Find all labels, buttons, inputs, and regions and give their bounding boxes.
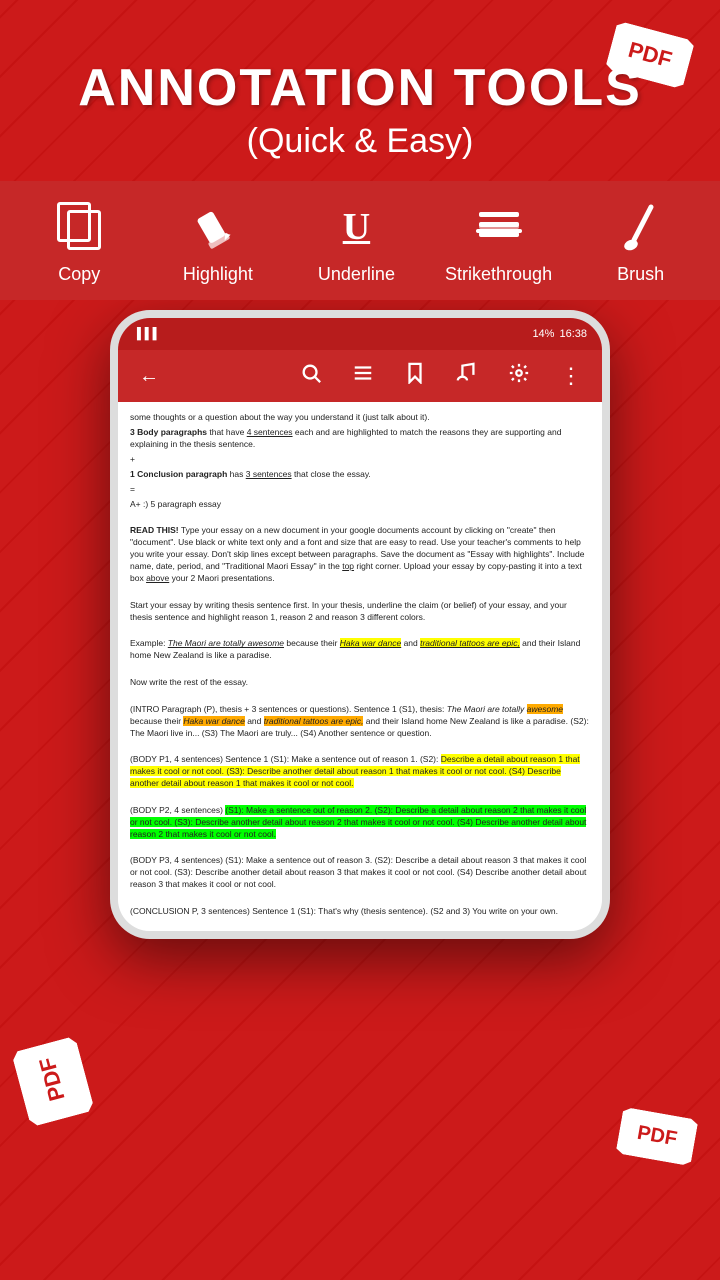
doc-write-rest: Now write the rest of the essay. [130,677,590,689]
highlight-icon [190,199,245,254]
underline-icon: U [329,199,384,254]
underline-tool[interactable]: U Underline [306,199,406,285]
header-area: ANNOTATION TOOLS (Quick & Easy) [0,0,720,181]
doc-body-p2: (BODY P2, 4 sentences) (S1): Make a sent… [130,805,590,841]
bookmark-button[interactable] [399,362,431,390]
pdf-badge-bottom-left: PDF [11,1036,95,1127]
status-right: 14% 16:38 [532,328,587,340]
menu-button[interactable] [347,362,379,390]
settings-button[interactable] [503,362,535,390]
doc-body-p1: (BODY P1, 4 sentences) Sentence 1 (S1): … [130,754,590,790]
paint-button[interactable] [451,362,483,390]
underline-label: Underline [318,264,395,285]
copy-rect-front [57,202,91,242]
doc-intro-para: (INTRO Paragraph (P), thesis + 3 sentenc… [130,704,590,740]
toolbar-icons-right: ⋮ [295,362,587,390]
status-signal: ▐▐▐ [133,328,156,340]
copy-label: Copy [58,264,100,285]
highlight-tool[interactable]: Highlight [168,199,268,285]
strikethrough-tool[interactable]: Strikethrough [445,199,552,285]
doc-example: Example: The Maori are totally awesome b… [130,638,590,662]
underline-u: U [343,208,370,246]
back-button[interactable]: ← [133,365,165,388]
strikethrough-label: Strikethrough [445,264,552,285]
highlight-label: Highlight [183,264,253,285]
sub-title: (Quick & Easy) [0,122,720,161]
brush-label: Brush [617,264,664,285]
doc-body2: 1 Conclusion paragraph has 3 sentences t… [130,469,590,481]
brush-tool[interactable]: Brush [591,199,691,285]
phone-document-content: some thoughts or a question about the wa… [118,402,602,931]
copy-tool[interactable]: Copy [29,199,129,285]
brush-icon-svg [616,202,666,252]
phone-status-bar: ▐▐▐ 14% 16:38 [118,318,602,350]
doc-body3: A+ :) 5 paragraph essay [130,499,590,511]
search-button[interactable] [295,362,327,390]
brush-icon [613,199,668,254]
annotation-toolbar: Copy Highlight U Underline [0,181,720,300]
strikethrough-icon-svg [474,202,524,252]
underline-icon-shape: U [343,208,370,246]
copy-icon-shape [57,202,101,252]
pdf-badge-bottom-right: PDF [615,1107,698,1166]
doc-conclusion: (CONCLUSION P, 3 sentences) Sentence 1 (… [130,906,590,918]
phone-mockup: ▐▐▐ 14% 16:38 ← [110,310,610,939]
more-button[interactable]: ⋮ [555,363,587,389]
status-left: ▐▐▐ [133,328,156,340]
phone-container: ▐▐▐ 14% 16:38 ← [0,310,720,939]
highlight-icon-svg [193,202,243,252]
copy-icon [52,199,107,254]
doc-intro: some thoughts or a question about the wa… [130,412,590,424]
doc-plus1: + [130,454,590,466]
doc-body1: 3 Body paragraphs that have 4 sentences … [130,427,590,451]
doc-thesis: Start your essay by writing thesis sente… [130,600,590,624]
doc-read-this: READ THIS! Type your essay on a new docu… [130,525,590,584]
status-time: 16:38 [559,328,587,340]
status-battery: 14% [532,328,554,340]
doc-equals: = [130,484,590,496]
doc-body-p3: (BODY P3, 4 sentences) (S1): Make a sent… [130,855,590,891]
phone-toolbar: ← [118,350,602,402]
strikethrough-icon [471,199,526,254]
